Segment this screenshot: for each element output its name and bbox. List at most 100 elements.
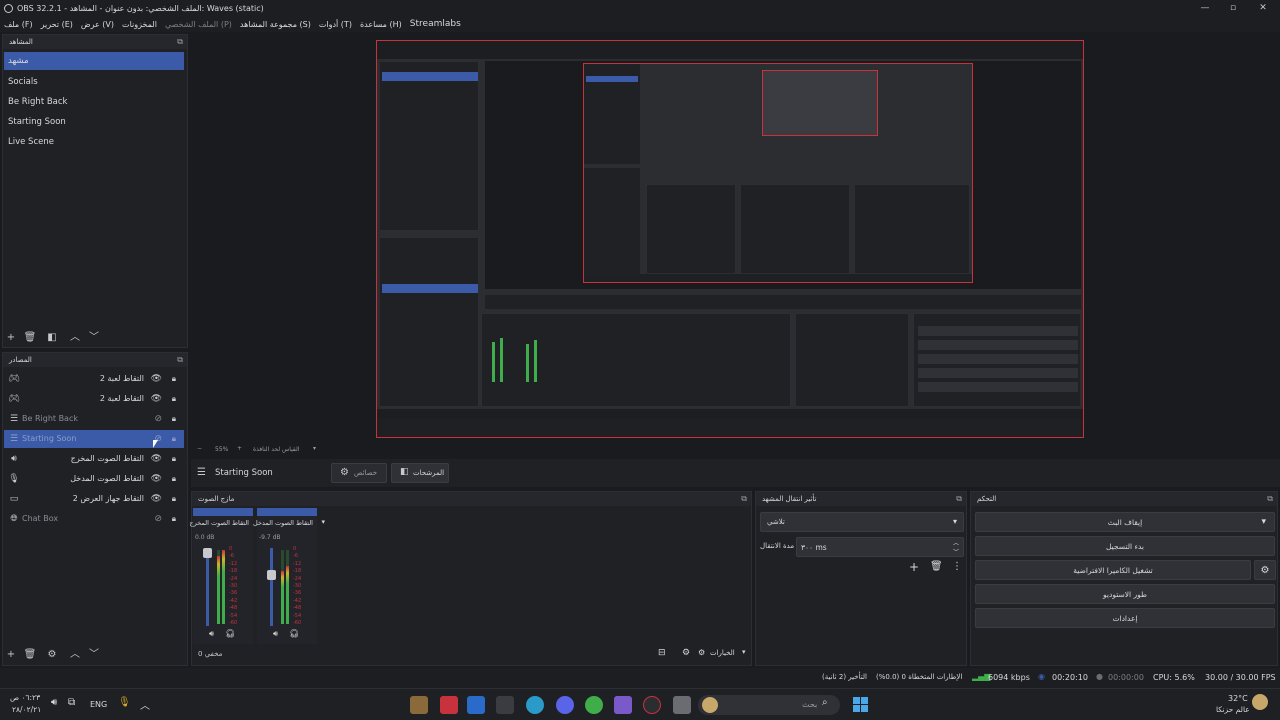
taskbar-app-explorer-icon[interactable]	[673, 696, 691, 714]
lock-icon[interactable]: 🔒︎	[172, 470, 176, 488]
maximize-button[interactable]: ▫	[1218, 0, 1248, 16]
remove-transition-trash-icon[interactable]: 🗑	[930, 561, 943, 572]
stop-streaming-button[interactable]: إيقاف البث ▾	[975, 512, 1275, 532]
source-item-2[interactable]: ☰ Be Right Back ⊘ 🔒︎	[4, 410, 184, 428]
source-item-5[interactable]: 🎙︎ التقاط الصوت المدخل 👁︎ 🔒︎	[4, 470, 184, 488]
properties-button[interactable]: ⚙ خصائص	[331, 463, 387, 483]
remove-source-trash-icon[interactable]: 🗑	[23, 648, 37, 662]
move-scene-down-icon[interactable]: ﹀	[87, 331, 101, 345]
fit-dropdown-chevron-icon[interactable]: ▾	[313, 445, 316, 452]
scene-item-1[interactable]: Socials	[4, 73, 184, 91]
remove-scene-trash-icon[interactable]: 🗑	[23, 331, 37, 345]
eye-hidden-icon[interactable]: ⊘	[154, 510, 162, 528]
minimize-button[interactable]: —	[1190, 0, 1220, 16]
studio-mode-button[interactable]: طور الاستوديو	[975, 584, 1275, 604]
eye-icon[interactable]: 👁︎	[151, 490, 162, 508]
headphones-icon[interactable]: 🎧︎	[225, 629, 235, 638]
taskbar-app-game-icon[interactable]	[410, 696, 428, 714]
taskbar-app-edge-icon[interactable]	[526, 696, 544, 714]
add-source-button[interactable]: +	[4, 648, 18, 662]
taskbar-app-chrome-icon[interactable]	[585, 696, 603, 714]
zoom-minus-button[interactable]: −	[197, 445, 202, 452]
menu-help[interactable]: مساعدة (H)	[356, 20, 406, 29]
move-scene-up-icon[interactable]: ︿	[68, 331, 82, 345]
add-scene-button[interactable]: +	[4, 331, 18, 345]
undock-icon[interactable]: ⧉	[741, 492, 747, 506]
menu-docks[interactable]: المخزونات	[118, 20, 161, 29]
zoom-plus-button[interactable]: +	[237, 445, 242, 452]
menu-streamlabs[interactable]: Streamlabs	[406, 19, 465, 29]
lock-icon[interactable]: 🔒︎	[172, 410, 176, 428]
tray-expand-chevron-icon[interactable]: ︿	[140, 697, 150, 712]
eye-icon[interactable]: 👁︎	[151, 370, 162, 388]
volume-slider[interactable]	[270, 548, 273, 626]
undock-icon[interactable]: ⧉	[177, 353, 183, 367]
close-button[interactable]: ✕	[1248, 0, 1278, 16]
scene-item-2[interactable]: Be Right Back	[4, 93, 184, 111]
fit-to-window-label[interactable]: القياس لحد النافذة	[253, 446, 299, 453]
source-item-0[interactable]: 🎮︎ التقاط لعبة 2 👁︎ 🔒︎	[4, 370, 184, 388]
eye-hidden-icon[interactable]: ⊘	[154, 410, 162, 428]
taskbar-app-outlook-icon[interactable]	[467, 696, 485, 714]
start-virtual-camera-button[interactable]: تشغيل الكاميرا الافتراضية	[975, 560, 1251, 580]
taskbar-app-obs-icon[interactable]	[643, 696, 661, 714]
audio-options-button[interactable]: ⚙ الخيارات ▾	[698, 646, 750, 662]
source-item-4[interactable]: 🔊︎ التقاط الصوت المخرج 👁︎ 🔒︎	[4, 450, 184, 468]
transition-menu-icon[interactable]: ⋮	[952, 561, 962, 572]
eye-icon[interactable]: 👁︎	[151, 450, 162, 468]
layout-toggle-icon[interactable]: ⊟	[658, 648, 666, 658]
lock-icon[interactable]: 🔒︎	[172, 450, 176, 468]
add-transition-button[interactable]: +	[909, 560, 919, 574]
headphones-icon[interactable]: 🎧︎	[289, 629, 299, 638]
menu-profile[interactable]: الملف الشخصي (P)	[161, 20, 236, 29]
scene-filters-icon[interactable]: ◧	[45, 331, 59, 345]
lock-icon[interactable]: 🔒︎	[172, 370, 176, 388]
menu-tools[interactable]: أدوات (T)	[315, 20, 356, 29]
preview-canvas[interactable]	[376, 40, 1084, 438]
menu-view[interactable]: عرض (V)	[77, 20, 118, 29]
virtual-camera-settings-button[interactable]: ⚙	[1254, 560, 1276, 580]
speaker-icon[interactable]: 🔊︎	[273, 629, 278, 639]
volume-slider-handle[interactable]	[267, 570, 276, 580]
lock-icon[interactable]: 🔒︎	[172, 490, 176, 508]
network-icon[interactable]: ⧉	[68, 697, 75, 708]
microphone-icon[interactable]: 🎙︎	[118, 697, 131, 708]
taskbar-search-box[interactable]: بحث ⌕	[698, 695, 840, 715]
menu-edit[interactable]: تحرير (E)	[37, 20, 77, 29]
settings-button[interactable]: إعدادات	[975, 608, 1275, 628]
channel-menu-chevron-icon[interactable]: ▾	[321, 518, 325, 526]
spin-up-icon[interactable]: ︿	[953, 538, 959, 547]
undock-icon[interactable]: ⧉	[177, 35, 183, 49]
scene-item-0[interactable]: مشهد	[4, 52, 184, 70]
move-source-up-icon[interactable]: ︿	[68, 648, 82, 662]
move-source-down-icon[interactable]: ﹀	[87, 648, 101, 662]
chevron-down-icon[interactable]: ▾	[1261, 513, 1266, 532]
taskbar-app-discord-icon[interactable]	[556, 696, 574, 714]
volume-slider[interactable]	[206, 548, 209, 626]
source-properties-gear-icon[interactable]: ⚙	[45, 648, 59, 662]
source-item-1[interactable]: 🎮︎ التقاط لعبة 2 👁︎ 🔒︎	[4, 390, 184, 408]
duration-spinbox[interactable]: ٣٠٠ ms ︿ ﹀	[796, 537, 964, 557]
lock-icon[interactable]: 🔒︎	[172, 430, 176, 448]
eye-icon[interactable]: 👁︎	[151, 470, 162, 488]
menu-scene-collection[interactable]: مجموعة المشاهد (S)	[236, 20, 315, 29]
taskbar-app-store-icon[interactable]	[496, 696, 514, 714]
undock-icon[interactable]: ⧉	[956, 492, 962, 506]
start-windows-icon[interactable]	[852, 696, 870, 714]
weather-icon[interactable]	[1252, 694, 1268, 710]
language-indicator[interactable]: ENG	[90, 700, 107, 709]
volume-icon[interactable]: 🔊︎	[51, 697, 57, 708]
start-recording-button[interactable]: بدء التسجيل	[975, 536, 1275, 556]
filters-button[interactable]: ◧ المرشحات	[391, 463, 449, 483]
volume-slider-handle[interactable]	[203, 548, 212, 558]
menu-file[interactable]: ملف (F)	[0, 20, 37, 29]
scene-item-3[interactable]: Starting Soon	[4, 113, 184, 131]
source-item-6[interactable]: ▭ التقاط جهاز العرض 2 👁︎ 🔒︎	[4, 490, 184, 508]
spin-down-icon[interactable]: ﹀	[953, 547, 959, 556]
source-item-7[interactable]: 🌐︎ Chat Box ⊘ 🔒︎	[4, 510, 184, 528]
taskbar-app-teams-icon[interactable]	[614, 696, 632, 714]
taskbar-app-news-icon[interactable]	[440, 696, 458, 714]
transition-select[interactable]: تلاشي ▾	[760, 512, 964, 532]
advanced-audio-icon[interactable]: ⚙	[682, 648, 690, 658]
undock-icon[interactable]: ⧉	[1267, 492, 1273, 506]
